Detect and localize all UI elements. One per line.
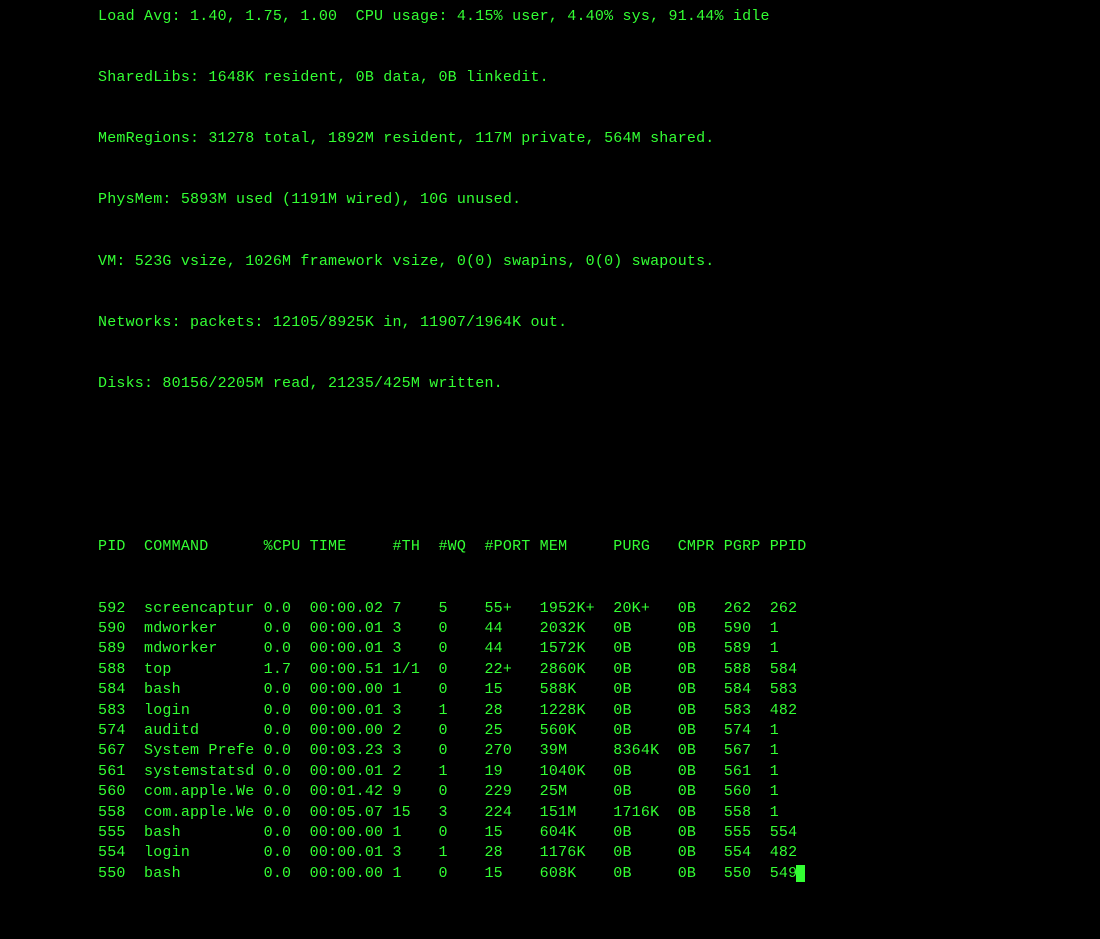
- process-row: 550 bash 0.0 00:00.00 1 0 15 608K 0B 0B …: [98, 864, 1002, 884]
- process-table-header: PID COMMAND %CPU TIME #TH #WQ #PORT MEM …: [98, 537, 1002, 557]
- summary-sharedlibs: SharedLibs: 1648K resident, 0B data, 0B …: [98, 68, 1002, 88]
- process-row: 584 bash 0.0 00:00.00 1 0 15 588K 0B 0B …: [98, 680, 1002, 700]
- process-table-body: 592 screencaptur 0.0 00:00.02 7 5 55+ 19…: [98, 599, 1002, 885]
- process-row: 561 systemstatsd 0.0 00:00.01 2 1 19 104…: [98, 762, 1002, 782]
- summary-loadavg: Load Avg: 1.40, 1.75, 1.00 CPU usage: 4.…: [98, 7, 1002, 27]
- terminal-content[interactable]: Processes: 210 total, 2 running, 9 stuck…: [90, 0, 1010, 939]
- process-row: 583 login 0.0 00:00.01 3 1 28 1228K 0B 0…: [98, 701, 1002, 721]
- summary-networks: Networks: packets: 12105/8925K in, 11907…: [98, 313, 1002, 333]
- process-row: 574 auditd 0.0 00:00.00 2 0 25 560K 0B 0…: [98, 721, 1002, 741]
- terminal-window: Macintosh HD — top — 80×24 Processes: 21…: [90, 0, 1010, 939]
- process-row: 590 mdworker 0.0 00:00.01 3 0 44 2032K 0…: [98, 619, 1002, 639]
- process-row: 558 com.apple.We 0.0 00:05.07 15 3 224 1…: [98, 803, 1002, 823]
- top-summary: Processes: 210 total, 2 running, 9 stuck…: [98, 0, 1002, 435]
- process-row: 589 mdworker 0.0 00:00.01 3 0 44 1572K 0…: [98, 639, 1002, 659]
- summary-vm: VM: 523G vsize, 1026M framework vsize, 0…: [98, 252, 1002, 272]
- process-row: 560 com.apple.We 0.0 00:01.42 9 0 229 25…: [98, 782, 1002, 802]
- process-row: 592 screencaptur 0.0 00:00.02 7 5 55+ 19…: [98, 599, 1002, 619]
- summary-memregions: MemRegions: 31278 total, 1892M resident,…: [98, 129, 1002, 149]
- process-row: 555 bash 0.0 00:00.00 1 0 15 604K 0B 0B …: [98, 823, 1002, 843]
- process-row: 554 login 0.0 00:00.01 3 1 28 1176K 0B 0…: [98, 843, 1002, 863]
- process-row: 588 top 1.7 00:00.51 1/1 0 22+ 2860K 0B …: [98, 660, 1002, 680]
- cursor: [796, 865, 805, 882]
- summary-physmem: PhysMem: 5893M used (1191M wired), 10G u…: [98, 190, 1002, 210]
- blank-line: [98, 476, 1002, 496]
- process-row: 567 System Prefe 0.0 00:03.23 3 0 270 39…: [98, 741, 1002, 761]
- summary-disks: Disks: 80156/2205M read, 21235/425M writ…: [98, 374, 1002, 394]
